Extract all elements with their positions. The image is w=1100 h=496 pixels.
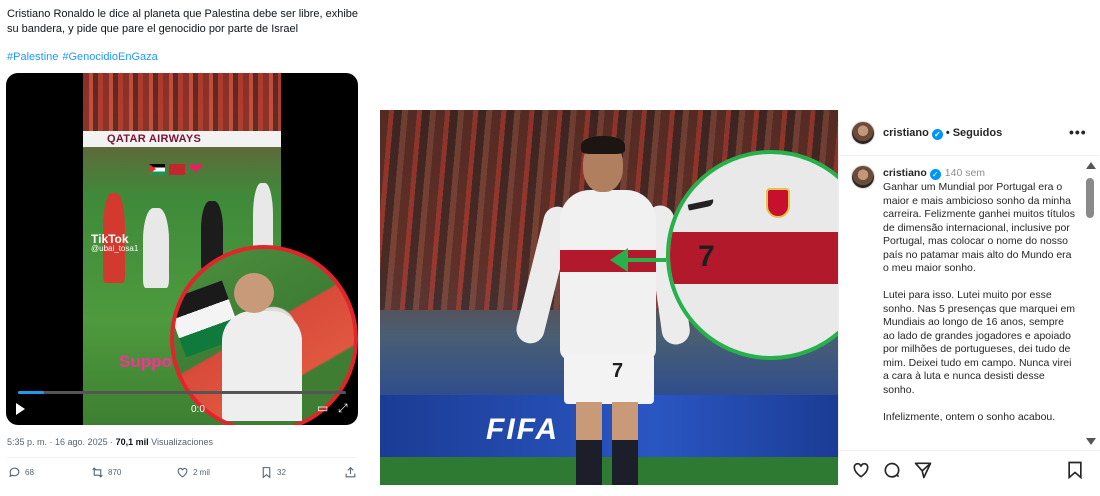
tweet-actions: 68 870 2 mil 32 — [8, 466, 358, 482]
photo-ad-board — [380, 395, 838, 457]
share-icon — [345, 466, 356, 478]
caption-paragraph: Infelizmente, ontem o sonho acabou. — [883, 410, 1056, 423]
post-photo[interactable]: FIFA 7 7 NO — [380, 110, 838, 485]
morocco-flag-icon — [169, 163, 185, 175]
video-progress-bar[interactable] — [18, 391, 346, 394]
tiktok-brand: TikTok — [91, 232, 129, 246]
caption-text: Ganhar um Mundial por Portugal era o mai… — [883, 181, 1077, 438]
player-shorts-number: 7 — [612, 360, 624, 382]
like-button[interactable]: 2 mil — [176, 466, 210, 479]
green-arrow-icon — [610, 248, 628, 272]
retweet-count: 870 — [108, 468, 122, 477]
comment-icon[interactable] — [882, 460, 902, 480]
tweet-text: Cristiano Ronaldo le dice al planeta que… — [7, 8, 359, 35]
reply-count: 68 — [25, 468, 34, 477]
post-age: 140 sem — [944, 167, 986, 179]
player-shorts — [564, 354, 654, 404]
like-count: 2 mil — [193, 468, 210, 477]
instagram-post: FIFA 7 7 NO — [380, 110, 1099, 485]
reply-icon — [9, 467, 20, 478]
video-player-figure — [143, 208, 169, 288]
hashtag-palestine[interactable]: #Palestine — [7, 51, 58, 63]
screenshot-root: Cristiano Ronaldo le dice al planeta que… — [0, 0, 1100, 496]
player-sock — [612, 440, 638, 485]
bookmark-icon — [262, 467, 271, 479]
video-time: 0:0 — [191, 404, 205, 415]
tweet-views-label: Visualizaciones — [151, 437, 214, 447]
heart-outline-icon[interactable] — [851, 460, 871, 480]
portugal-crest-icon — [766, 188, 790, 218]
heart-icon: ❤ — [189, 161, 206, 178]
scrollbar-thumb[interactable] — [1086, 178, 1094, 218]
caption-scroll-area[interactable]: cristiano ✓ 140 sem Ganhar um Mundial por … — [839, 157, 1083, 447]
video-zoom-circle — [170, 245, 358, 425]
photo-pitch — [380, 457, 838, 485]
tiktok-user: @ubai_tosa1 — [91, 244, 139, 253]
video-progress-fill — [18, 391, 45, 394]
share-button[interactable] — [344, 466, 361, 479]
reply-button[interactable]: 68 — [8, 466, 34, 479]
separator-dot: • — [945, 127, 950, 139]
verified-badge-icon: ✓ — [931, 129, 943, 140]
zoom-shirt-band — [670, 232, 838, 284]
caption-header: cristiano ✓ 140 sem — [883, 167, 985, 180]
share-send-icon[interactable] — [913, 460, 933, 480]
divider — [7, 457, 357, 458]
caption-username[interactable]: cristiano — [883, 167, 927, 179]
post-sidebar: cristiano ✓ • Seguidos ••• cristiano ✓ 140 se… — [838, 110, 1099, 485]
video-banner-text: QATAR AIRWAYS — [107, 133, 202, 145]
nike-logo-icon — [687, 199, 715, 211]
save-bookmark-icon[interactable] — [1065, 460, 1085, 480]
video-crowd — [83, 73, 281, 131]
zoom-shirt-number: 7 — [698, 240, 715, 273]
avatar[interactable] — [851, 121, 875, 145]
palestine-flag-icon — [149, 163, 165, 175]
tweet-hashtags: #Palestine #GenocidioEnGaza — [7, 51, 162, 63]
bookmark-count: 32 — [277, 468, 286, 477]
retweet-icon — [92, 467, 103, 478]
zoom-shirt — [222, 311, 302, 421]
post-actions — [839, 450, 1099, 485]
tweet-date[interactable]: 16 ago. 2025 — [55, 437, 108, 447]
scroll-up-arrow-icon[interactable] — [1086, 162, 1096, 169]
following-button[interactable]: Seguidos — [953, 127, 1003, 139]
emoji-flags: ❤ — [149, 159, 205, 179]
player-hair — [581, 136, 625, 154]
tweet-views-count: 70,1 mil — [115, 437, 149, 447]
video-overlay-text: Suppo — [119, 352, 172, 371]
pip-icon[interactable]: ▭ — [317, 401, 328, 415]
caption-avatar[interactable] — [851, 165, 875, 189]
post-header: cristiano ✓ • Seguidos ••• — [839, 110, 1099, 156]
tweet-card: Cristiano Ronaldo le dice al planeta que… — [0, 0, 368, 496]
hashtag-genocidio[interactable]: #GenocidioEnGaza — [62, 51, 157, 63]
verified-badge-icon: ✓ — [929, 169, 941, 180]
fullscreen-icon[interactable]: ⤢ — [338, 401, 348, 416]
tweet-video[interactable]: QATAR AIRWAYS ❤ TikTok @ubai_tosa1 Suppo — [6, 73, 358, 425]
tiktok-watermark: TikTok @ubai_tosa1 — [91, 232, 139, 253]
more-options-icon[interactable]: ••• — [1069, 124, 1087, 140]
player-shirt — [560, 190, 656, 360]
tweet-meta: 5:35 p. m. · 16 ago. 2025 · 70,1 mil Vis… — [7, 437, 214, 447]
caption-paragraph: Ganhar um Mundial por Portugal era o mai… — [883, 181, 1075, 274]
bookmark-button[interactable]: 32 — [260, 466, 286, 479]
heart-outline-icon — [177, 467, 188, 478]
username-link[interactable]: cristiano — [883, 127, 929, 139]
photo-board-text: FIFA — [486, 413, 559, 446]
player-sock — [576, 440, 602, 485]
scroll-down-arrow-icon[interactable] — [1086, 438, 1096, 445]
tweet-time[interactable]: 5:35 p. m. — [7, 437, 47, 447]
post-header-user: cristiano ✓ • Seguidos — [883, 127, 1002, 140]
retweet-button[interactable]: 870 — [91, 466, 121, 479]
play-icon[interactable] — [16, 403, 25, 415]
scrollbar[interactable] — [1085, 162, 1096, 445]
zoom-head — [234, 273, 274, 313]
caption-paragraph: Lutei para isso. Lutei muito por esse so… — [883, 289, 1076, 396]
